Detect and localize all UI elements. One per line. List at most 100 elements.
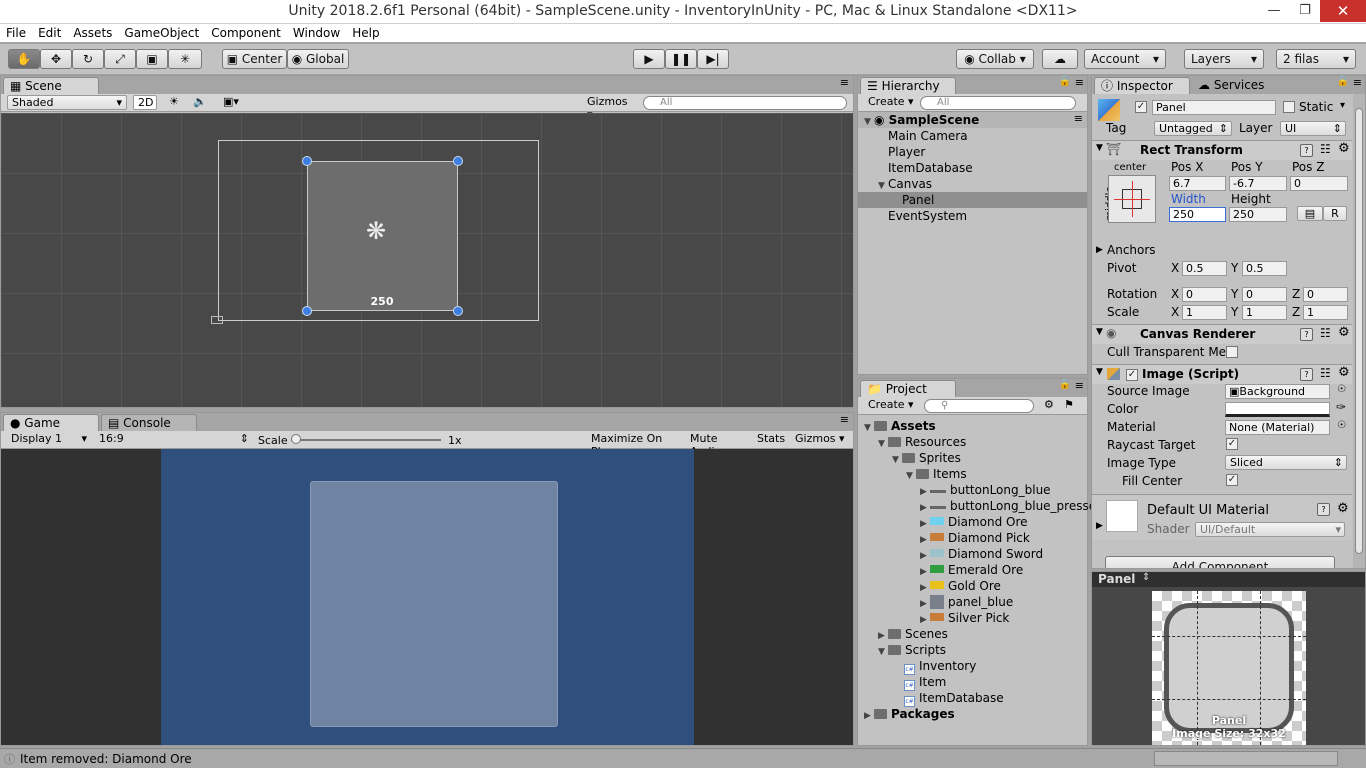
rect-tool-button[interactable]: ▣ bbox=[136, 49, 168, 69]
audio-icon[interactable]: 🔈 bbox=[193, 95, 207, 108]
preset-icon[interactable]: ☷ bbox=[1320, 366, 1331, 380]
anchor-preset-button[interactable] bbox=[1108, 175, 1156, 223]
help-icon[interactable]: ? bbox=[1317, 503, 1330, 516]
lock-icon[interactable]: 🔒 bbox=[1059, 76, 1071, 87]
blueprint-mode-button[interactable]: ▤ bbox=[1297, 206, 1323, 221]
close-button[interactable]: ✕ bbox=[1320, 0, 1366, 22]
status-message[interactable]: Item removed: Diamond Ore bbox=[20, 752, 192, 767]
gear-icon[interactable]: ⚙ bbox=[1337, 501, 1349, 516]
panel-menu-icon[interactable]: ≡ bbox=[1075, 379, 1084, 392]
panel-menu-icon[interactable]: ≡ bbox=[840, 413, 849, 426]
rotate-tool-button[interactable]: ↻ bbox=[72, 49, 104, 69]
maximize-button[interactable]: ❐ bbox=[1292, 0, 1318, 22]
scene-menu-icon[interactable]: ≡ bbox=[1074, 112, 1083, 125]
scale-slider-thumb[interactable] bbox=[291, 434, 301, 444]
corner-handle[interactable] bbox=[302, 306, 312, 316]
step-button[interactable]: ▶| bbox=[697, 49, 729, 69]
filter-type-icon[interactable]: ⚙ bbox=[1044, 398, 1054, 411]
scene-search-input[interactable]: All bbox=[643, 96, 847, 110]
image-type-dropdown[interactable]: Sliced ⇕ bbox=[1225, 455, 1347, 470]
scrollbar-thumb[interactable] bbox=[1355, 108, 1363, 554]
chevron-down-icon[interactable]: ▾ bbox=[1340, 100, 1345, 111]
source-image-field[interactable]: ▣Background bbox=[1225, 384, 1330, 399]
scale-tool-button[interactable]: ⤢ bbox=[104, 49, 136, 69]
menu-gameobject[interactable]: GameObject bbox=[118, 24, 205, 42]
layer-dropdown[interactable]: UI ⇕ bbox=[1280, 121, 1346, 136]
packages-folder[interactable]: ▶ Packages bbox=[864, 706, 955, 724]
scene-gizmos-dropdown[interactable]: Gizmos ▾ bbox=[583, 95, 635, 121]
layers-dropdown[interactable]: Layers ▾ bbox=[1184, 49, 1264, 69]
posz-field[interactable]: 0 bbox=[1290, 176, 1348, 191]
project-create-dropdown[interactable]: Create ▾ bbox=[864, 398, 918, 413]
script-item[interactable]: c# Item bbox=[904, 674, 946, 691]
scale-y-field[interactable]: 1 bbox=[1242, 305, 1287, 320]
help-icon[interactable]: ? bbox=[1300, 368, 1313, 381]
script-inventory[interactable]: c# Inventory bbox=[904, 658, 976, 675]
pause-button[interactable]: ❚❚ bbox=[665, 49, 697, 69]
scale-z-field[interactable]: 1 bbox=[1303, 305, 1348, 320]
tab-scene[interactable]: ▦ Scene bbox=[3, 77, 99, 94]
game-viewport[interactable] bbox=[1, 449, 853, 745]
preset-icon[interactable]: ☷ bbox=[1320, 326, 1331, 340]
cloud-button[interactable]: ☁ bbox=[1042, 49, 1078, 69]
hierarchy-item-panel[interactable]: Panel bbox=[902, 192, 934, 208]
tab-game[interactable]: ● Game bbox=[3, 414, 99, 431]
canvas-renderer-header[interactable]: ▼ ◉ Canvas Renderer ? ☷ ⚙ bbox=[1092, 324, 1352, 344]
account-dropdown[interactable]: Account ▾ bbox=[1084, 49, 1166, 69]
pivot-icon[interactable]: ❋ bbox=[366, 217, 386, 245]
lock-icon[interactable]: 🔒 bbox=[1059, 379, 1071, 390]
raw-edit-button[interactable]: R bbox=[1323, 206, 1347, 221]
image-enabled-checkbox[interactable]: ✓ bbox=[1126, 369, 1138, 381]
help-icon[interactable]: ? bbox=[1300, 144, 1313, 157]
rect-transform-header[interactable]: ▼ ⛩ Rect Transform ? ☷ ⚙ bbox=[1092, 140, 1352, 160]
panel-menu-icon[interactable]: ≡ bbox=[1075, 76, 1084, 89]
object-picker-icon[interactable]: ☉ bbox=[1337, 384, 1346, 395]
aspect-dropdown[interactable]: 16:9 ⇕ bbox=[95, 432, 251, 447]
hierarchy-item-player[interactable]: Player bbox=[888, 144, 925, 160]
static-checkbox[interactable] bbox=[1283, 101, 1295, 113]
lock-icon[interactable]: 🔒 bbox=[1337, 76, 1349, 87]
scale-slider[interactable] bbox=[291, 439, 441, 441]
resize-icon[interactable]: ⇕ bbox=[1142, 572, 1150, 583]
mute-audio-toggle[interactable]: Mute Audio bbox=[686, 432, 752, 458]
play-button[interactable]: ▶ bbox=[633, 49, 665, 69]
2d-toggle[interactable]: 2D bbox=[133, 95, 157, 110]
material-field[interactable]: None (Material) bbox=[1225, 420, 1330, 435]
help-icon[interactable]: ? bbox=[1300, 328, 1313, 341]
menu-help[interactable]: Help bbox=[346, 24, 385, 42]
add-component-button[interactable]: Add Component bbox=[1105, 556, 1335, 568]
foldout-icon[interactable]: ▶ bbox=[1096, 521, 1103, 531]
eyedropper-icon[interactable]: ✑ bbox=[1336, 400, 1346, 414]
shader-dropdown[interactable]: UI/Default ▾ bbox=[1195, 522, 1345, 537]
object-picker-icon[interactable]: ☉ bbox=[1337, 420, 1346, 431]
width-field[interactable]: 250 bbox=[1169, 207, 1226, 222]
tab-project[interactable]: 📁 Project bbox=[860, 380, 956, 397]
filter-label-icon[interactable]: ⚑ bbox=[1064, 398, 1074, 411]
object-name-field[interactable]: Panel bbox=[1152, 100, 1276, 115]
corner-handle[interactable] bbox=[302, 156, 312, 166]
color-field[interactable] bbox=[1225, 402, 1330, 417]
inspector-scrollbar[interactable] bbox=[1353, 94, 1365, 568]
hierarchy-search-input[interactable]: All bbox=[920, 96, 1076, 110]
game-gizmos-dropdown[interactable]: Gizmos ▾ bbox=[791, 432, 851, 447]
raycast-checkbox[interactable]: ✓ bbox=[1226, 438, 1238, 450]
panel-menu-icon[interactable]: ≡ bbox=[840, 76, 849, 89]
rotation-z-field[interactable]: 0 bbox=[1303, 287, 1348, 302]
tab-hierarchy[interactable]: ☰ Hierarchy bbox=[860, 77, 956, 94]
layout-dropdown[interactable]: 2 filas ▾ bbox=[1276, 49, 1356, 69]
preset-icon[interactable]: ☷ bbox=[1320, 142, 1331, 156]
rotation-x-field[interactable]: 0 bbox=[1182, 287, 1227, 302]
display-dropdown[interactable]: Display 1 ▾ bbox=[7, 432, 89, 447]
tab-console[interactable]: ▤ Console bbox=[101, 414, 197, 431]
script-itemdatabase[interactable]: c# ItemDatabase bbox=[904, 690, 1004, 707]
shading-dropdown[interactable]: Shaded ▾ bbox=[7, 95, 127, 110]
minimize-button[interactable]: — bbox=[1256, 0, 1292, 22]
menu-edit[interactable]: Edit bbox=[32, 24, 67, 42]
pivot-x-field[interactable]: 0.5 bbox=[1182, 261, 1227, 276]
corner-handle[interactable] bbox=[453, 156, 463, 166]
tab-inspector[interactable]: ⓘ Inspector bbox=[1094, 77, 1190, 94]
move-tool-button[interactable]: ✥ bbox=[40, 49, 72, 69]
hierarchy-item-eventsystem[interactable]: EventSystem bbox=[888, 208, 967, 224]
hierarchy-item-main-camera[interactable]: Main Camera bbox=[888, 128, 968, 144]
foldout-icon[interactable]: ▶ bbox=[1096, 245, 1103, 255]
